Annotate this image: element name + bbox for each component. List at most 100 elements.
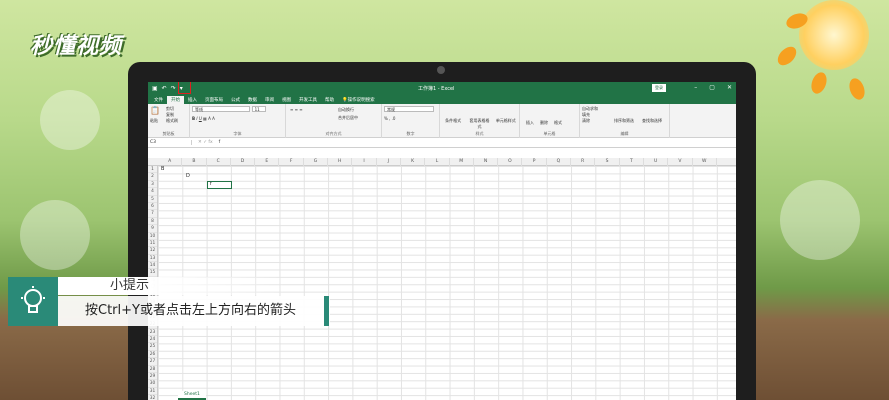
row-header[interactable]: 2 — [148, 173, 157, 181]
column-header[interactable]: A — [158, 158, 183, 166]
column-header[interactable]: I — [352, 158, 377, 166]
row-header[interactable]: 8 — [148, 218, 157, 226]
paste-button[interactable]: 粘贴 — [150, 118, 158, 124]
column-header[interactable]: M — [450, 158, 474, 166]
tell-me-label: 操作说明搜索 — [347, 98, 375, 103]
row-header[interactable]: 7 — [148, 210, 157, 218]
group-alignment: 自动换行 合并后居中 ≡ ≡ ≡ 对齐方式 — [286, 104, 382, 138]
cell-b2[interactable]: D — [186, 173, 190, 179]
flower-petal — [808, 70, 830, 96]
tab-page-layout[interactable]: 页面布局 — [201, 96, 227, 104]
group-label: 编辑 — [620, 131, 629, 136]
row-header[interactable]: 28 — [148, 366, 157, 373]
formula-input[interactable]: f — [219, 140, 221, 145]
selected-cell — [207, 181, 232, 189]
group-label: 单元格 — [543, 131, 556, 136]
paste-icon[interactable]: 📋 — [150, 107, 160, 115]
tab-data[interactable]: 数据 — [244, 96, 261, 104]
row-header[interactable]: 31 — [148, 388, 157, 396]
tell-me-search[interactable]: 💡操作说明搜索 — [338, 96, 379, 104]
font-name-select[interactable]: 等线 — [192, 106, 250, 112]
row-header[interactable]: 27 — [148, 358, 157, 366]
undo-icon[interactable]: ↶ — [162, 85, 167, 92]
tab-file[interactable]: 文件 — [150, 96, 167, 104]
redo-icon[interactable]: ↷ — [171, 85, 176, 92]
formula-bar: C3 ✕ ✓ fx f — [148, 138, 736, 148]
row-header[interactable]: 29 — [148, 373, 157, 381]
sheet-tab[interactable]: Sheet1 — [178, 391, 206, 400]
cell-a1[interactable]: B — [161, 166, 164, 172]
watermark-logo: 秒懂视频 — [30, 34, 123, 59]
column-header[interactable]: P — [523, 158, 547, 166]
tab-insert[interactable]: 插入 — [184, 96, 201, 104]
number-format-select[interactable]: 常规 — [384, 106, 434, 112]
column-header[interactable]: K — [401, 158, 426, 166]
row-header[interactable]: 25 — [148, 343, 157, 351]
column-header[interactable]: H — [328, 158, 353, 166]
formula-controls[interactable]: ✕ ✓ fx — [192, 140, 219, 145]
wrap-text-button[interactable]: 自动换行 — [338, 107, 354, 113]
merge-center-button[interactable]: 合并后居中 — [338, 115, 358, 121]
tab-developer[interactable]: 开发工具 — [295, 96, 321, 104]
column-header[interactable]: C — [207, 158, 231, 166]
group-label: 字体 — [233, 131, 242, 136]
row-header[interactable]: 24 — [148, 336, 157, 344]
tab-view[interactable]: 视图 — [278, 96, 295, 104]
row-header[interactable]: 3 — [148, 181, 157, 189]
lightbulb-icon — [21, 285, 45, 313]
row-header[interactable]: 5 — [148, 196, 157, 203]
tab-home[interactable]: 开始 — [167, 96, 184, 104]
column-header[interactable]: S — [595, 158, 620, 166]
minimize-icon[interactable]: – — [694, 84, 697, 91]
font-size-select[interactable]: 11 — [251, 106, 266, 112]
name-box[interactable]: C3 — [148, 140, 192, 145]
column-header[interactable]: U — [644, 158, 669, 166]
column-header[interactable]: W — [693, 158, 717, 166]
column-header[interactable]: J — [377, 158, 401, 166]
row-header[interactable]: 1 — [148, 166, 157, 174]
column-header[interactable]: V — [668, 158, 693, 166]
column-header[interactable]: G — [304, 158, 329, 166]
tab-review[interactable]: 审阅 — [261, 96, 278, 104]
row-header[interactable]: 6 — [148, 203, 157, 211]
group-styles: 条件格式 套用表格格式 单元格样式 样式 — [440, 104, 520, 138]
column-header[interactable]: D — [231, 158, 256, 166]
tab-formulas[interactable]: 公式 — [227, 96, 244, 104]
column-header[interactable]: T — [620, 158, 644, 166]
column-header[interactable]: B — [182, 158, 207, 166]
signin-button[interactable]: 登录 — [652, 84, 666, 92]
tip-icon-box — [8, 277, 58, 326]
row-header[interactable]: 10 — [148, 233, 157, 240]
row-header[interactable]: 11 — [148, 240, 157, 248]
save-icon[interactable]: ▣ — [152, 85, 158, 92]
find-select-button[interactable]: 查找和选择 — [642, 118, 662, 124]
maximize-icon[interactable]: ▢ — [709, 84, 715, 91]
sort-filter-button[interactable]: 排序和筛选 — [614, 118, 634, 124]
row-header[interactable]: 14 — [148, 262, 157, 270]
number-buttons[interactable]: % , .0 — [384, 116, 437, 122]
font-format-buttons[interactable]: B I U ▦ A A — [192, 116, 283, 122]
format-painter-button[interactable]: 格式刷 — [166, 118, 178, 124]
row-header[interactable]: 30 — [148, 380, 157, 388]
column-header[interactable]: N — [474, 158, 499, 166]
row-header[interactable]: 4 — [148, 188, 157, 196]
tab-help[interactable]: 帮助 — [321, 96, 338, 104]
row-header[interactable]: 12 — [148, 247, 157, 255]
row-header[interactable]: 15 — [148, 269, 157, 277]
column-header[interactable]: L — [425, 158, 450, 166]
tip-heading: 小提示 — [58, 277, 288, 295]
column-header[interactable]: O — [498, 158, 523, 166]
group-font: 等线 11 B I U ▦ A A 字体 — [190, 104, 286, 138]
column-header[interactable]: F — [280, 158, 304, 166]
column-header[interactable]: Q — [547, 158, 572, 166]
column-header[interactable]: E — [255, 158, 280, 166]
row-header[interactable]: 9 — [148, 225, 157, 233]
sun-decoration — [799, 0, 869, 70]
row-header[interactable]: 23 — [148, 329, 157, 336]
row-header[interactable]: 32 — [148, 395, 157, 400]
column-header[interactable]: R — [571, 158, 596, 166]
row-header[interactable]: 26 — [148, 351, 157, 359]
align-icons[interactable]: ≡ ≡ ≡ — [290, 107, 303, 113]
close-icon[interactable]: ✕ — [727, 84, 732, 91]
row-header[interactable]: 13 — [148, 255, 157, 263]
